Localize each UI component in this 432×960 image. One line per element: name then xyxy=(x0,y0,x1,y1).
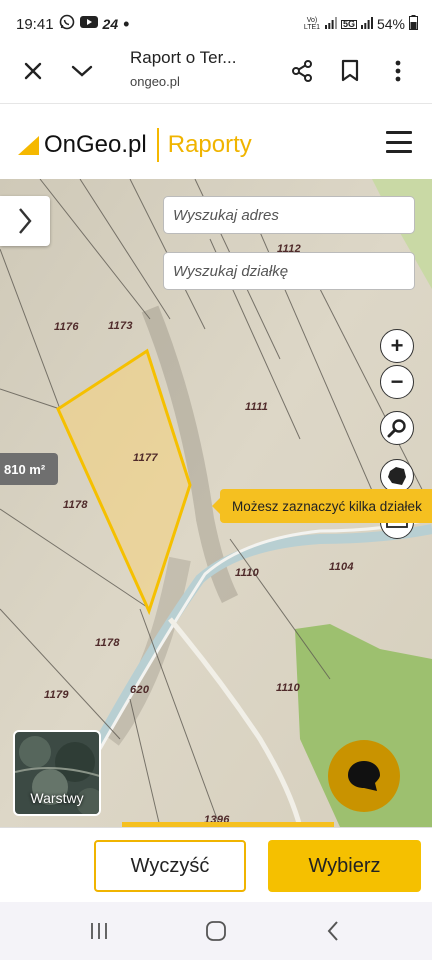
parcel-label: 1110 xyxy=(276,682,301,694)
chevron-down-icon xyxy=(71,65,93,77)
recents-icon xyxy=(90,923,107,939)
layers-label: Warstwy xyxy=(30,790,84,806)
browser-toolbar: Raport o Ter... ongeo.pl xyxy=(0,40,432,102)
polygon-icon xyxy=(388,467,406,485)
hint-tooltip: Możesz zaznaczyć kilka działek xyxy=(212,489,432,523)
address-search-input[interactable] xyxy=(173,206,405,224)
site-logo[interactable]: OnGeo.pl Raporty xyxy=(18,128,252,162)
logo-mark-icon xyxy=(18,136,39,155)
hamburger-line xyxy=(386,131,412,134)
parcel-label: 1176 xyxy=(54,321,79,333)
signal-icon-2 xyxy=(360,16,373,32)
whatsapp-icon xyxy=(59,14,75,34)
close-icon xyxy=(24,62,42,80)
logo-divider xyxy=(156,128,159,162)
volte-indicator: Vo) LTE1 xyxy=(303,17,321,31)
network-type: 5G xyxy=(340,18,357,29)
parcel-label: 1104 xyxy=(329,561,354,573)
bookmark-icon xyxy=(341,59,359,82)
bookmark-button[interactable] xyxy=(328,49,372,93)
menu-button[interactable] xyxy=(386,131,412,153)
search-map-button[interactable] xyxy=(380,411,414,445)
site-header: OnGeo.pl Raporty xyxy=(0,103,432,179)
home-button[interactable] xyxy=(196,911,236,951)
parcel-label: 1111 xyxy=(245,401,269,413)
parcel-search-input[interactable] xyxy=(173,262,405,280)
parcel-label: 620 xyxy=(130,684,150,696)
parcel-label: 1178 xyxy=(95,637,120,649)
page-title-area[interactable]: Raport o Ter... ongeo.pl xyxy=(130,48,236,89)
back-icon xyxy=(327,921,339,941)
action-bar: Wyczyść Wybierz xyxy=(0,827,432,902)
address-search[interactable] xyxy=(163,196,415,234)
chat-button[interactable] xyxy=(328,740,400,812)
parcel-label: 1110 xyxy=(235,567,260,579)
parcel-label-selected[interactable]: 1177 xyxy=(133,452,158,464)
back-button[interactable] xyxy=(313,911,353,951)
share-button[interactable] xyxy=(280,49,324,93)
section-name: Raporty xyxy=(167,131,252,158)
home-icon xyxy=(206,921,226,941)
notification-badge: 24 xyxy=(102,16,119,32)
side-panel-toggle[interactable] xyxy=(0,196,50,246)
map-view[interactable]: 1112 1176 1173 1111 1177 1178 1110 1104 … xyxy=(0,179,432,827)
layers-button[interactable]: Warstwy xyxy=(13,730,101,816)
system-nav-bar xyxy=(0,902,432,960)
battery-percent: 54% xyxy=(376,16,405,32)
logo-text: OnGeo.pl xyxy=(44,131,147,158)
recent-apps-button[interactable] xyxy=(79,911,119,951)
select-button[interactable]: Wybierz xyxy=(268,840,421,892)
chevron-right-icon xyxy=(19,208,32,234)
signal-icon xyxy=(324,16,337,32)
parcel-label: 1173 xyxy=(108,320,133,332)
youtube-icon xyxy=(79,15,98,33)
magnifier-icon xyxy=(387,419,406,438)
more-options-button[interactable] xyxy=(376,49,420,93)
area-badge: 810 m² xyxy=(0,453,58,485)
hamburger-line xyxy=(386,140,412,144)
page-url: ongeo.pl xyxy=(130,74,180,89)
close-tab-button[interactable] xyxy=(11,49,55,93)
more-vert-icon xyxy=(395,60,401,82)
zoom-in-button[interactable]: + xyxy=(380,329,414,363)
draw-area-button[interactable] xyxy=(380,459,414,493)
share-icon xyxy=(292,60,312,82)
page-title: Raport o Ter... xyxy=(130,48,237,67)
clear-button[interactable]: Wyczyść xyxy=(94,840,246,892)
hamburger-line xyxy=(386,150,412,153)
parcel-label: 1179 xyxy=(44,689,69,701)
battery-icon xyxy=(409,15,418,33)
parcel-search[interactable] xyxy=(163,252,415,290)
clock: 19:41 xyxy=(16,15,54,33)
expand-button[interactable] xyxy=(60,49,104,93)
chat-icon xyxy=(348,761,380,791)
dot-icon: • xyxy=(123,14,130,34)
parcel-label: 1178 xyxy=(63,499,88,511)
zoom-out-button[interactable]: − xyxy=(380,365,414,399)
